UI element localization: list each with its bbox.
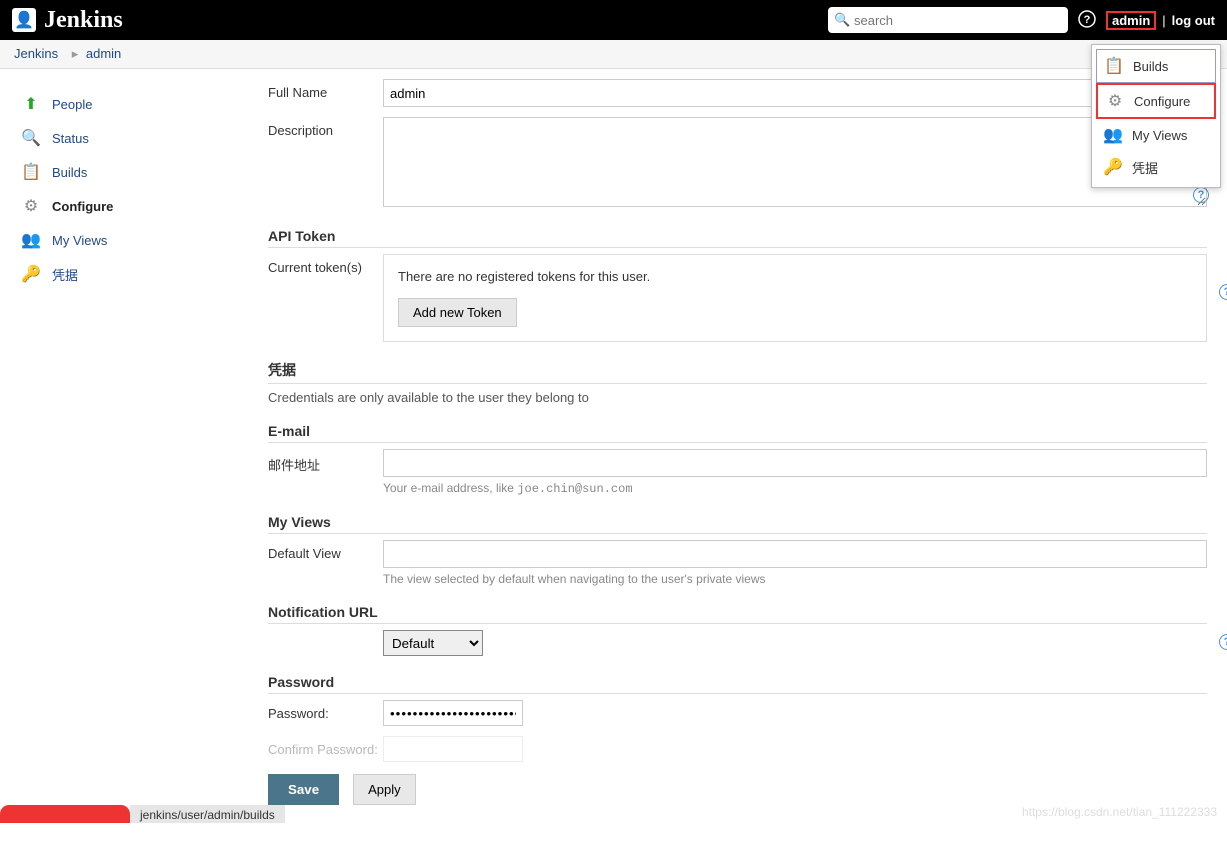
dropdown-item-builds[interactable]: 📋 Builds [1096,49,1216,83]
password-input[interactable] [383,700,523,726]
brand-text: Jenkins [44,7,123,34]
breadcrumb: Jenkins ▸ admin [0,40,1227,69]
red-annotation [0,805,130,823]
current-tokens-label: Current token(s) [268,254,383,275]
breadcrumb-item[interactable]: Jenkins [14,46,58,61]
logo[interactable]: 👤 Jenkins [12,7,123,34]
gear-icon: ⚙ [20,195,42,217]
sidebar-item-credentials[interactable]: 🔑 凭据 [16,257,254,291]
confirm-password-label: Confirm Password: [268,736,383,757]
key-icon: 🔑 [20,263,42,285]
sidebar-item-status[interactable]: 🔍 Status [16,121,254,155]
full-name-input[interactable] [383,79,1207,107]
sidebar-label: 凭据 [52,265,78,284]
search-wrap: 🔍 [828,7,1068,33]
notification-url-select[interactable]: Default [383,630,483,656]
dropdown-label: Builds [1133,59,1168,74]
svg-text:?: ? [1084,14,1091,26]
sidebar-item-people[interactable]: ⬆ People [16,87,254,121]
myviews-title: My Views [268,514,1207,534]
users-icon: 👥 [20,229,42,251]
email-title: E-mail [268,423,1207,443]
no-tokens-text: There are no registered tokens for this … [398,269,1192,284]
dropdown-item-credentials[interactable]: 🔑 凭据 [1096,151,1216,183]
sidebar-label: My Views [52,233,107,248]
sidebar-label: Status [52,131,89,146]
watermark: https://blog.csdn.net/tian_111222333 [1022,805,1217,819]
sidebar: ⬆ People 🔍 Status 📋 Builds ⚙ Configure 👥… [10,79,260,805]
search-input[interactable] [828,7,1068,33]
add-token-button[interactable]: Add new Token [398,298,517,327]
apply-button[interactable]: Apply [353,774,416,805]
api-token-title: API Token [268,228,1207,248]
key-icon: 🔑 [1102,156,1124,178]
dropdown-label: Configure [1134,94,1190,109]
default-view-hint: The view selected by default when naviga… [383,572,1207,586]
credentials-title: 凭据 [268,360,1207,384]
default-view-input[interactable] [383,540,1207,568]
email-label: 邮件地址 [268,449,383,474]
sidebar-item-configure[interactable]: ⚙ Configure [16,189,254,223]
token-box: There are no registered tokens for this … [383,254,1207,342]
users-icon: 👥 [1102,124,1124,146]
notepad-icon: 📋 [20,161,42,183]
description-input[interactable] [383,117,1207,207]
email-hint: Your e-mail address, like joe.chin@sun.c… [383,481,1207,496]
gear-icon: ⚙ [1104,90,1126,112]
sidebar-label: People [52,97,92,112]
password-title: Password [268,674,1207,694]
notification-url-title: Notification URL [268,604,1207,624]
full-name-label: Full Name [268,79,383,100]
help-icon[interactable]: ? [1219,284,1227,300]
sidebar-label: Builds [52,165,87,180]
jenkins-butler-icon: 👤 [12,8,36,32]
password-label: Password: [268,700,383,721]
status-path: jenkins/user/admin/builds [130,805,285,823]
credentials-desc: Credentials are only available to the us… [268,390,1207,405]
confirm-password-input[interactable] [383,736,523,762]
email-input[interactable] [383,449,1207,477]
logout-link[interactable]: log out [1172,13,1215,28]
help-icon[interactable]: ? [1078,10,1096,31]
sidebar-item-builds[interactable]: 📋 Builds [16,155,254,189]
dropdown-label: My Views [1132,128,1187,143]
person-up-icon: ⬆ [20,93,42,115]
search-icon: 🔍 [834,12,850,28]
breadcrumb-item[interactable]: admin [86,46,121,61]
user-menu[interactable]: admin [1106,11,1156,30]
breadcrumb-sep: ▸ [72,46,79,61]
topbar: 👤 Jenkins 🔍 ? admin | log out [0,0,1227,40]
magnifier-icon: 🔍 [20,127,42,149]
top-separator: | [1162,13,1165,28]
user-dropdown: 📋 Builds ⚙ Configure 👥 My Views 🔑 凭据 [1091,44,1221,188]
dropdown-label: 凭据 [1132,158,1158,177]
save-button[interactable]: Save [268,774,339,805]
help-icon[interactable]: ? [1193,187,1209,203]
sidebar-label: Configure [52,199,113,214]
default-view-label: Default View [268,540,383,561]
notepad-icon: 📋 [1103,55,1125,77]
dropdown-item-configure[interactable]: ⚙ Configure [1096,83,1216,119]
description-label: Description [268,117,383,138]
content: Full Name Description ? API Token Curren… [260,79,1227,805]
sidebar-item-myviews[interactable]: 👥 My Views [16,223,254,257]
help-icon[interactable]: ? [1219,634,1227,650]
dropdown-item-myviews[interactable]: 👥 My Views [1096,119,1216,151]
